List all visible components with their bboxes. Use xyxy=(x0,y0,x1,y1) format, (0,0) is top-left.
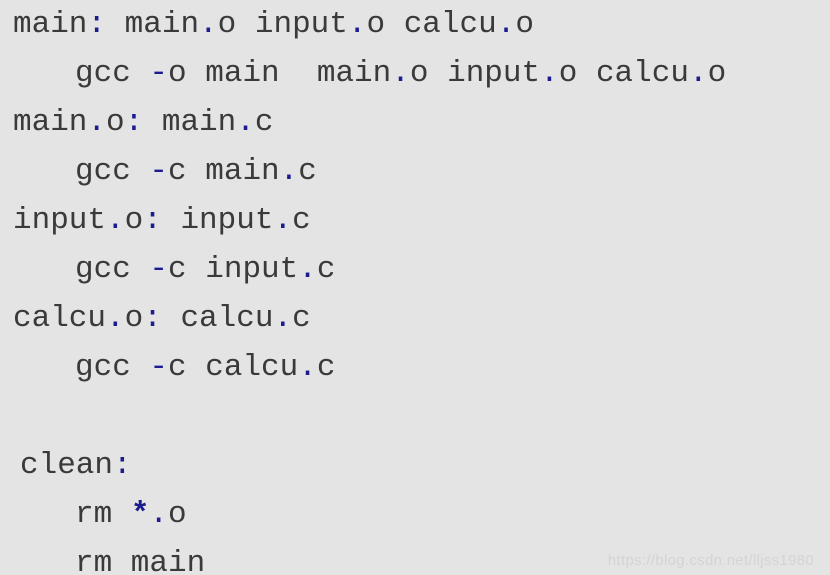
code-line: clean: xyxy=(20,448,132,483)
code-line: calcu.o: calcu.c xyxy=(13,301,311,336)
code-token-flag: - xyxy=(149,350,169,385)
code-line: gcc -c main.c xyxy=(75,154,317,189)
code-token-punct: : xyxy=(113,448,132,483)
code-token-punct: . xyxy=(391,56,410,91)
code-line: main: main.o input.o calcu.o xyxy=(13,7,534,42)
code-token-punct: . xyxy=(298,350,317,385)
code-token-punct: . xyxy=(298,252,317,287)
code-token-punct: . xyxy=(279,154,299,189)
code-token-punct: : xyxy=(143,301,162,336)
code-token-flag: - xyxy=(149,56,169,91)
code-token-punct: . xyxy=(87,105,107,140)
code-token-punct: . xyxy=(149,497,169,532)
code-token-punct: . xyxy=(273,203,293,238)
code-token-punct: . xyxy=(496,7,516,42)
code-line: rm *.o xyxy=(75,497,187,532)
code-token-flag: - xyxy=(149,252,169,287)
code-token-punct: . xyxy=(347,7,367,42)
code-line: gcc -c input.c xyxy=(75,252,336,287)
watermark-text: https://blog.csdn.net/lljss1980 xyxy=(607,552,814,569)
code-line: ​ xyxy=(0,392,830,441)
code-snippet-figure: main: main.o input.o calcu.o gcc -o main … xyxy=(0,0,830,575)
code-token-punct: . xyxy=(688,56,708,91)
code-token-punct: . xyxy=(540,56,559,91)
code-token-glob: * xyxy=(130,497,150,532)
code-token-punct: . xyxy=(273,301,293,336)
code-token-punct: : xyxy=(124,105,144,140)
code-line: gcc -o main main.o input.o calcu.o xyxy=(75,56,727,91)
code-line: input.o: input.c xyxy=(13,203,311,238)
code-token-punct: . xyxy=(199,7,218,42)
code-token-punct: . xyxy=(236,105,255,140)
code-token-punct: . xyxy=(106,203,125,238)
code-token-punct: : xyxy=(143,203,162,238)
code-line: main.o: main.c xyxy=(13,105,274,140)
makefile-code-block: main: main.o input.o calcu.o gcc -o main … xyxy=(0,0,830,575)
code-token-punct: . xyxy=(106,301,125,336)
code-line: gcc -c calcu.c xyxy=(75,350,336,385)
code-token-punct: : xyxy=(87,7,107,42)
code-token-flag: - xyxy=(149,154,169,189)
